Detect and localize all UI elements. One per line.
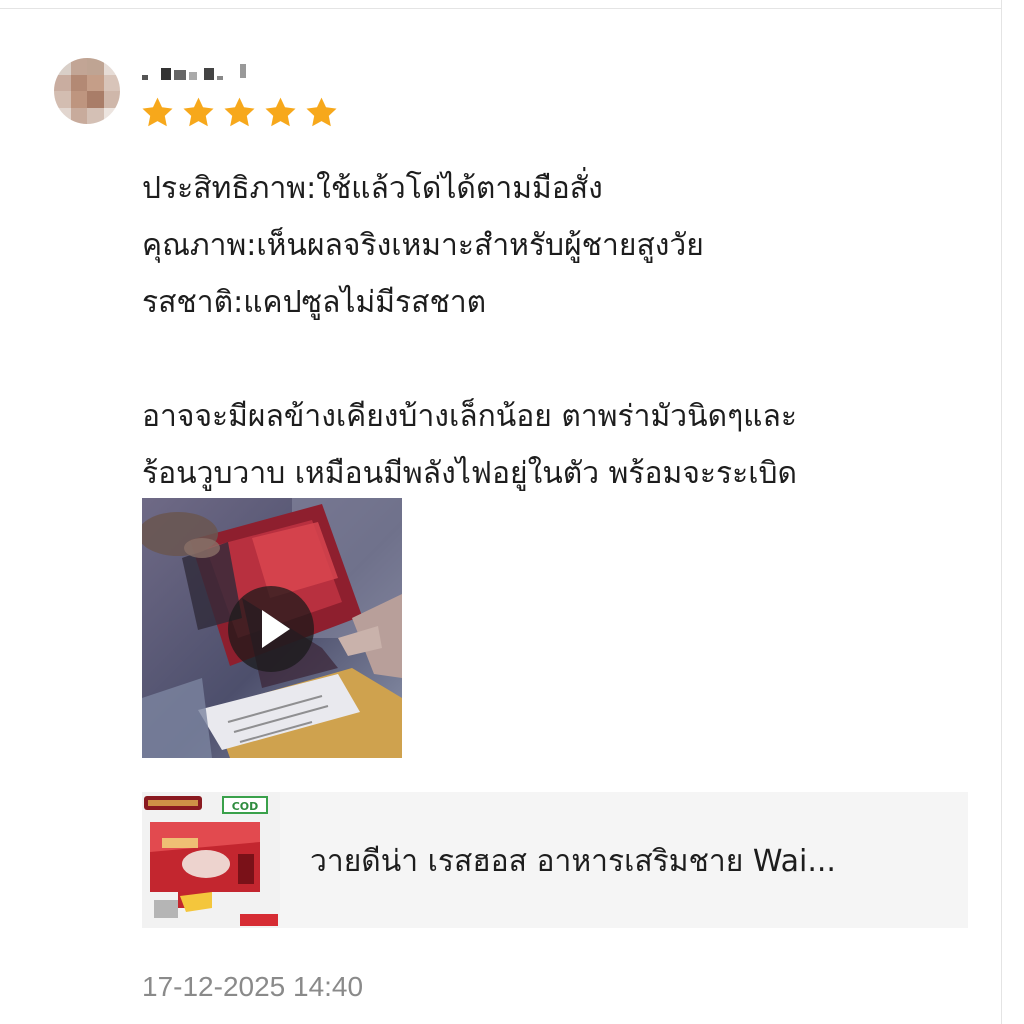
username-obscured[interactable] bbox=[142, 64, 246, 80]
avatar[interactable] bbox=[54, 58, 120, 124]
cod-badge: COD bbox=[222, 796, 268, 814]
top-divider bbox=[0, 8, 1002, 9]
review-attribute-quality: คุณภาพ:เห็นผลจริงเหมาะสำหรับผู้ชายสูงวัย bbox=[142, 228, 704, 263]
product-card[interactable]: COD วายดีน่า เรสฮอส อาหารเสริมชาย Wai... bbox=[142, 792, 968, 928]
star-icon bbox=[263, 95, 298, 130]
right-divider bbox=[1001, 0, 1002, 1024]
review-page: ประสิทธิภาพ:ใช้แล้วโด่ได้ตามมือสั่ง คุณภ… bbox=[0, 0, 1024, 1024]
star-icon bbox=[181, 95, 216, 130]
rating-stars bbox=[140, 95, 339, 130]
star-icon bbox=[222, 95, 257, 130]
review-text: ประสิทธิภาพ:ใช้แล้วโด่ได้ตามมือสั่ง คุณภ… bbox=[142, 160, 982, 502]
review-comment-line: อาจจะมีผลข้างเคียงบ้างเล็กน้อย ตาพร่ามัว… bbox=[142, 399, 798, 434]
star-icon bbox=[140, 95, 175, 130]
star-icon bbox=[304, 95, 339, 130]
product-thumbnail: COD bbox=[142, 792, 280, 928]
review-attribute-efficacy: ประสิทธิภาพ:ใช้แล้วโด่ได้ตามมือสั่ง bbox=[142, 171, 603, 206]
review-timestamp: 17-12-2025 14:40 bbox=[142, 971, 364, 1002]
review-comment-line: ร้อนวูบวาบ เหมือนมีพลังไฟอยู่ในตัว พร้อม… bbox=[142, 456, 798, 491]
review-attribute-taste: รสชาติ:แคปซูลไม่มีรสชาต bbox=[142, 285, 487, 320]
product-title[interactable]: วายดีน่า เรสฮอส อาหารเสริมชาย Wai... bbox=[310, 842, 836, 882]
review-spacer bbox=[142, 331, 982, 388]
review-video-thumbnail[interactable] bbox=[142, 498, 402, 758]
play-icon[interactable] bbox=[228, 586, 314, 672]
